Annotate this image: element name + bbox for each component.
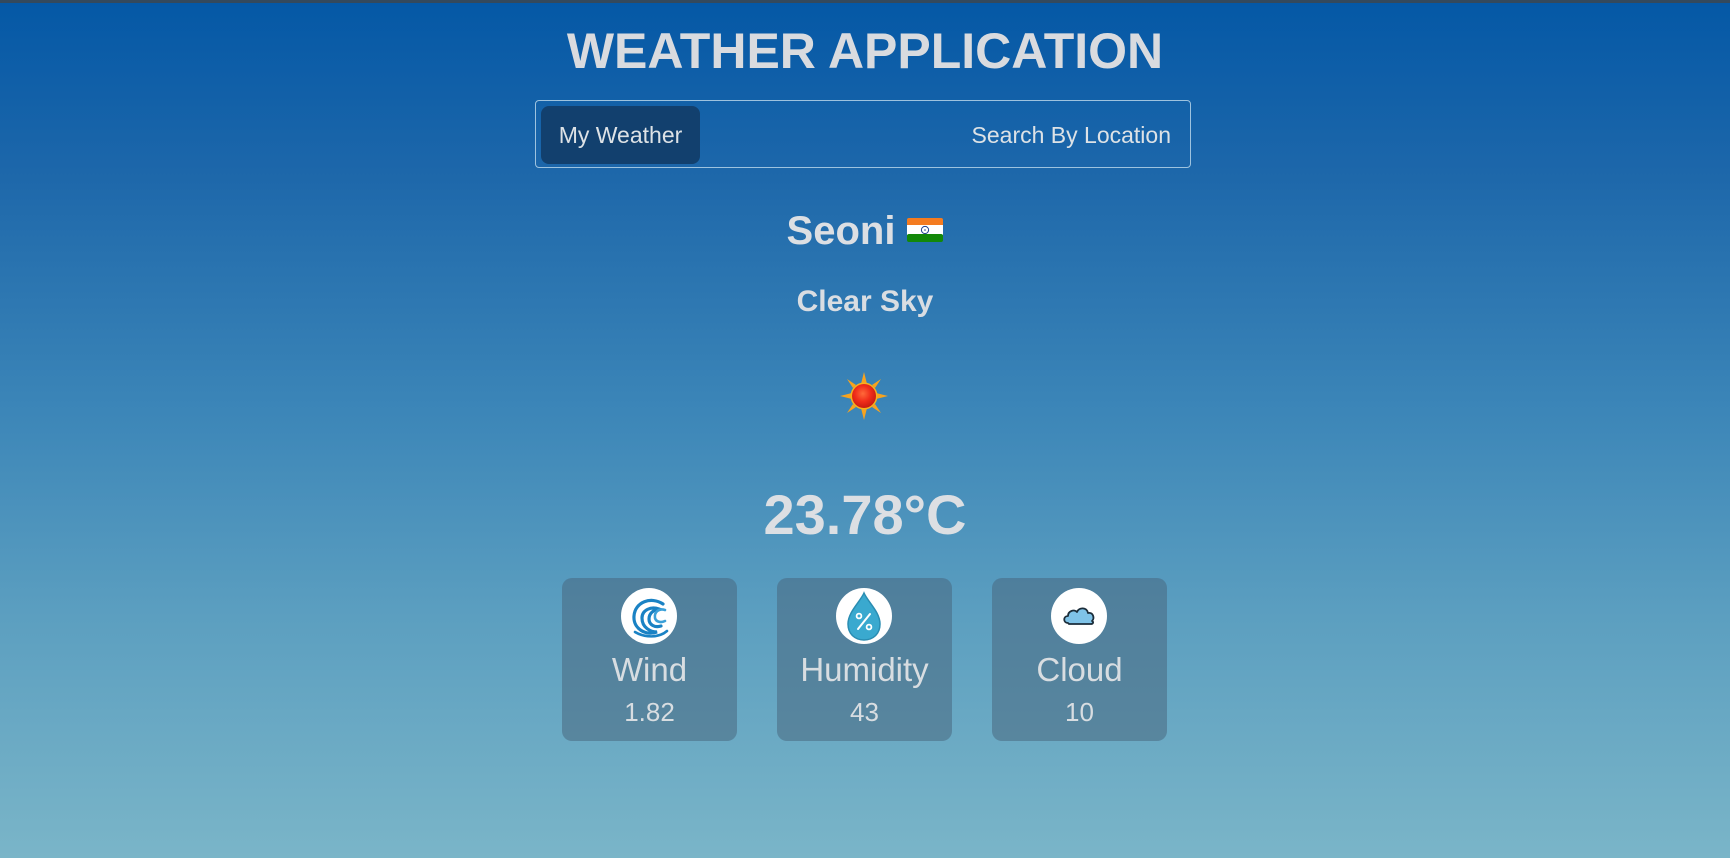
tab-bar: My Weather Search By Location [535, 100, 1191, 168]
sun-icon [840, 372, 888, 420]
humidity-label: Humidity [800, 651, 929, 688]
india-flag-icon [907, 218, 944, 242]
cloud-label: Cloud [1036, 651, 1123, 688]
window-top-strip [0, 0, 1730, 3]
cloud-icon [1051, 588, 1107, 644]
cloud-card: Cloud 10 [992, 578, 1167, 741]
humidity-card: Humidity 43 [777, 578, 952, 741]
tab-my-weather[interactable]: My Weather [541, 106, 700, 164]
wind-icon [621, 588, 677, 644]
city-name: Seoni [786, 209, 896, 253]
humidity-value: 43 [850, 697, 879, 727]
location-heading: Seoni [0, 206, 1730, 256]
temperature: 23.78°C [763, 483, 967, 546]
wind-label: Wind [611, 651, 688, 688]
wind-card: Wind 1.82 [562, 578, 737, 741]
cloud-value: 10 [1065, 697, 1094, 727]
app-title: WEATHER APPLICATION [566, 23, 1164, 79]
tab-search-by-location[interactable]: Search By Location [972, 106, 1171, 164]
wind-value: 1.82 [624, 697, 675, 727]
weather-description: Clear Sky [796, 285, 934, 318]
humidity-icon [836, 588, 892, 644]
